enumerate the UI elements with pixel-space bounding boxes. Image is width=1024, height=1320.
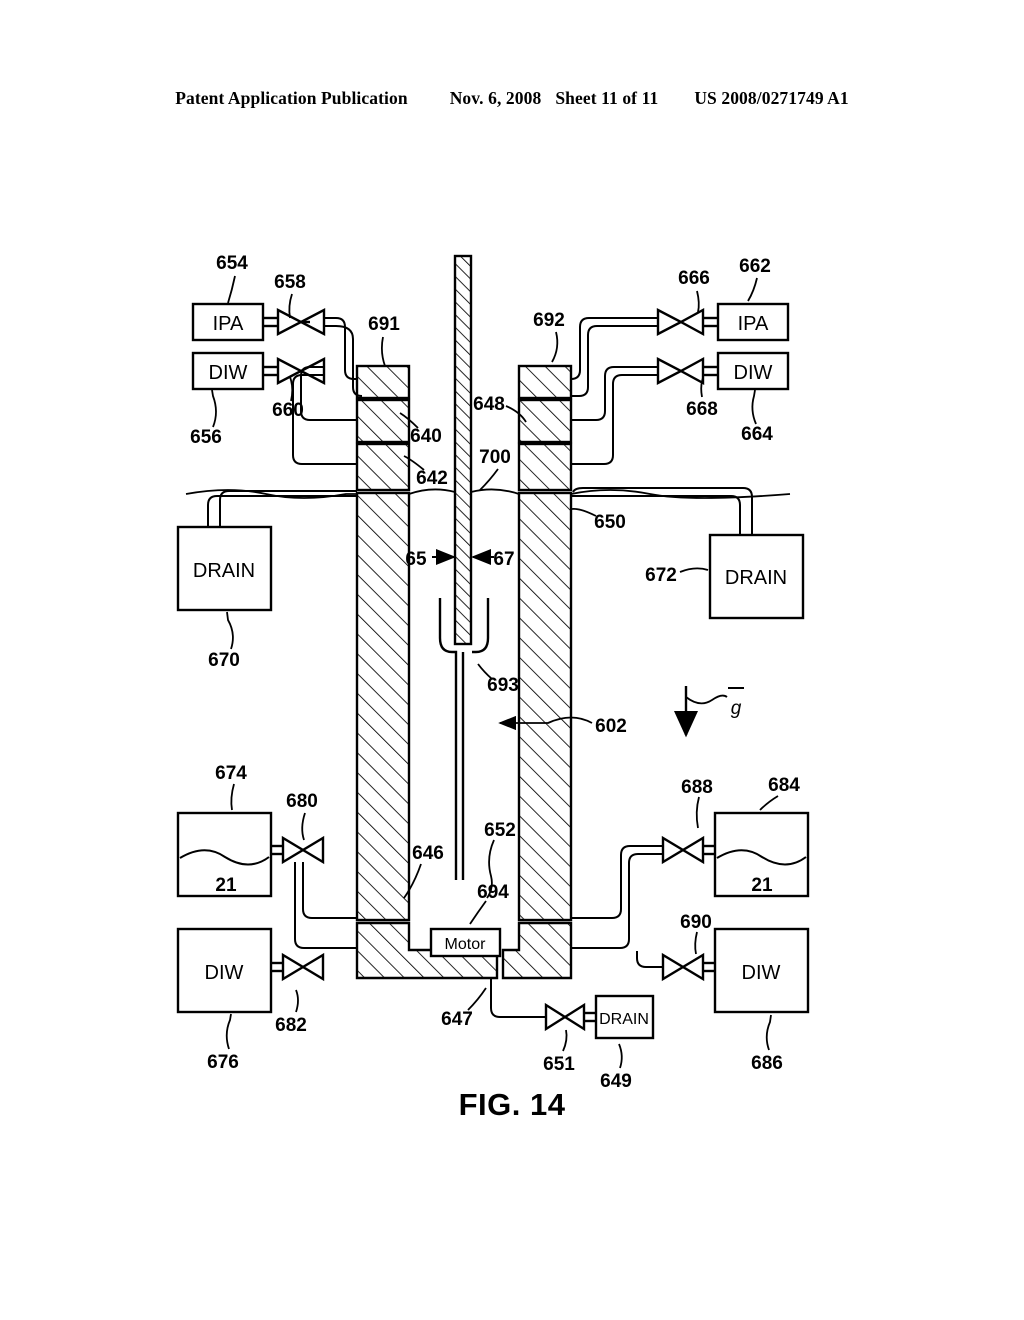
right-drain-group	[571, 487, 805, 620]
valve-682	[271, 952, 325, 982]
ref-693: 693	[487, 675, 519, 696]
ref-65: 65	[405, 549, 427, 570]
valve-668	[656, 356, 718, 386]
ref-666: 666	[678, 268, 710, 289]
ref-680: 680	[286, 791, 318, 812]
ref-668: 668	[686, 399, 718, 420]
valve-690	[661, 952, 715, 982]
ref-674: 674	[215, 763, 247, 784]
ref-684: 684	[768, 775, 800, 796]
ref-676: 676	[207, 1052, 239, 1073]
ref-686: 686	[751, 1053, 783, 1074]
box-drain-bottom: DRAIN	[599, 1011, 649, 1028]
ref-648: 648	[473, 394, 505, 415]
ref-660: 660	[272, 400, 304, 421]
ref-670: 670	[208, 650, 240, 671]
ref-651: 651	[543, 1054, 575, 1075]
ref-602: 602	[595, 716, 627, 737]
ref-652: 652	[484, 820, 516, 841]
valve-688	[661, 835, 715, 865]
valve-666	[656, 307, 718, 337]
box-diw-left-top: DIW	[209, 362, 248, 384]
figure-caption: FIG. 14	[458, 1087, 566, 1122]
ref-694: 694	[477, 882, 509, 903]
box-ipa-left: IPA	[213, 313, 244, 335]
gravity-label: g	[731, 698, 742, 719]
box-ipa-right: IPA	[738, 313, 769, 335]
ref-646: 646	[412, 843, 444, 864]
ref-650: 650	[594, 512, 626, 533]
patent-drawing-page: Patent Application Publication Nov. 6, 20…	[0, 0, 1024, 1320]
ref-664: 664	[741, 424, 773, 445]
box-diw-left-bottom: DIW	[205, 962, 244, 984]
ref-640: 640	[410, 426, 442, 447]
ref-67: 67	[493, 549, 514, 570]
ref-672: 672	[645, 565, 677, 586]
left-drain-group	[176, 490, 357, 612]
ref-656: 656	[190, 427, 222, 448]
ref-658: 658	[274, 272, 306, 293]
ref-654: 654	[216, 253, 248, 274]
right-chamber-wall	[501, 364, 573, 980]
ref-662: 662	[739, 256, 771, 277]
box-diw-right-top: DIW	[734, 362, 773, 384]
bottom-drain-group	[490, 978, 655, 1040]
box-tank-right-21: 21	[751, 875, 773, 896]
ref-690: 690	[680, 912, 712, 933]
box-drain-right: DRAIN	[725, 567, 787, 589]
ref-691: 691	[368, 314, 400, 335]
box-drain-left: DRAIN	[193, 560, 255, 582]
ref-700: 700	[479, 447, 511, 468]
valve-680	[271, 835, 325, 865]
ref-692: 692	[533, 310, 565, 331]
valve-658	[263, 308, 326, 336]
box-motor: Motor	[445, 936, 487, 953]
wafer-substrate	[453, 254, 473, 646]
ref-688: 688	[681, 777, 713, 798]
box-diw-right-bottom: DIW	[742, 962, 781, 984]
ref-642: 642	[416, 468, 448, 489]
left-chamber-wall	[355, 364, 499, 980]
ref-647: 647	[441, 1009, 473, 1030]
valve-651	[544, 1002, 596, 1032]
box-tank-left-21: 21	[215, 875, 237, 896]
ref-682: 682	[275, 1015, 307, 1036]
